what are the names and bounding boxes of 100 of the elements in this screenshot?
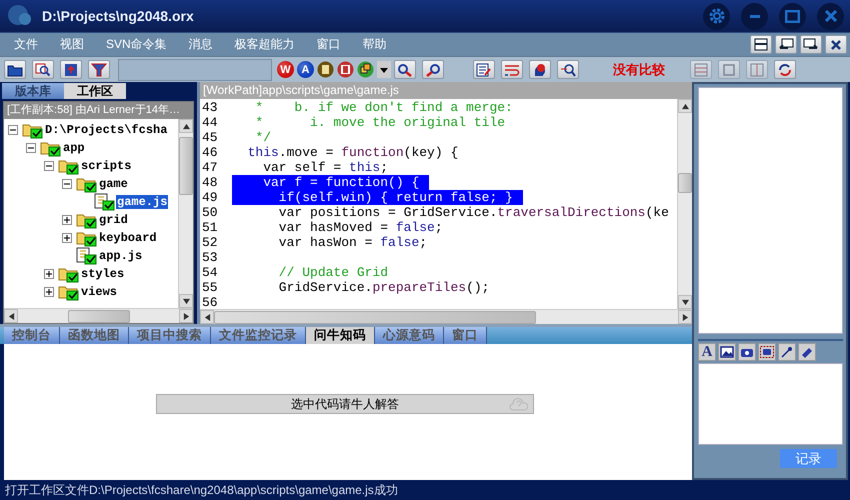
card-icon[interactable] bbox=[337, 61, 354, 78]
camera-button[interactable] bbox=[738, 343, 756, 361]
tree-item[interactable]: app bbox=[62, 141, 86, 155]
bottom-tab[interactable]: 控制台 bbox=[4, 327, 60, 344]
scroll-right-button[interactable] bbox=[678, 310, 692, 324]
tree-item[interactable]: scripts bbox=[80, 159, 132, 173]
tree-item[interactable]: D:\Projects\fcsha bbox=[44, 123, 168, 137]
scroll-right-button[interactable] bbox=[179, 309, 193, 323]
bottom-tab[interactable]: 问牛知码 bbox=[306, 327, 375, 344]
forward-button[interactable] bbox=[800, 35, 822, 54]
expand-icon[interactable] bbox=[62, 215, 72, 225]
settings-button[interactable] bbox=[703, 2, 730, 30]
menu-item[interactable]: SVN命令集 bbox=[106, 36, 167, 53]
panel-tab[interactable]: 工作区 bbox=[64, 83, 126, 99]
vertical-scrollbar[interactable] bbox=[677, 99, 692, 309]
split-layout-icon bbox=[754, 38, 768, 51]
head-button[interactable] bbox=[529, 60, 551, 79]
tree-item[interactable]: keyboard bbox=[98, 231, 158, 245]
record-input[interactable] bbox=[698, 363, 843, 445]
edit-button[interactable] bbox=[473, 60, 495, 79]
refresh-button[interactable] bbox=[774, 60, 796, 79]
tree-item[interactable]: views bbox=[80, 285, 118, 299]
scrollbar-thumb[interactable] bbox=[179, 137, 193, 195]
horizontal-scrollbar[interactable] bbox=[4, 308, 193, 323]
book-icon[interactable] bbox=[317, 61, 334, 78]
frame-icon bbox=[721, 62, 737, 76]
scroll-left-button[interactable] bbox=[4, 309, 18, 323]
scrollbar-thumb[interactable] bbox=[214, 310, 536, 324]
horizontal-scrollbar[interactable] bbox=[200, 309, 692, 324]
tree-item[interactable]: app.js bbox=[98, 249, 144, 263]
find-button[interactable] bbox=[32, 60, 54, 79]
collapse-icon[interactable] bbox=[62, 179, 72, 189]
vertical-scrollbar[interactable] bbox=[178, 119, 193, 308]
tree-item[interactable]: grid bbox=[98, 213, 129, 227]
ask-expert-bar[interactable]: 选中代码请牛人解答 bbox=[156, 394, 534, 414]
code-line: this.move = function(key) { bbox=[246, 145, 458, 160]
menu-item[interactable]: 文件 bbox=[14, 36, 38, 53]
compare-columns-button[interactable] bbox=[718, 60, 740, 79]
search-next-button[interactable] bbox=[394, 60, 416, 79]
left-triangle-icon bbox=[8, 312, 14, 320]
close-button[interactable] bbox=[817, 2, 844, 30]
ask-expert-label: 选中代码请牛人解答 bbox=[291, 396, 399, 412]
expand-icon[interactable] bbox=[62, 233, 72, 243]
close-panel-button[interactable] bbox=[825, 35, 847, 54]
maximize-button[interactable] bbox=[779, 2, 806, 30]
text-tool-button[interactable]: A bbox=[698, 343, 716, 361]
menu-item[interactable]: 极客超能力 bbox=[234, 36, 295, 53]
rows-icon bbox=[693, 62, 709, 76]
scroll-up-button[interactable] bbox=[678, 99, 692, 113]
bottom-tab[interactable]: 项目中搜索 bbox=[129, 327, 211, 344]
format-button[interactable]: A bbox=[297, 61, 314, 78]
menu-item[interactable]: 消息 bbox=[188, 36, 213, 53]
layers-icon[interactable] bbox=[357, 61, 374, 78]
filter-icon bbox=[91, 62, 107, 76]
wrap-button[interactable] bbox=[501, 60, 523, 79]
filter-button[interactable] bbox=[88, 60, 110, 79]
search-previous-button[interactable] bbox=[422, 60, 444, 79]
scroll-up-button[interactable] bbox=[179, 119, 193, 133]
toolbar-field[interactable] bbox=[118, 58, 272, 80]
open-folder-button[interactable] bbox=[4, 60, 26, 79]
window-title: D:\Projects\ng2048.orx bbox=[42, 8, 194, 24]
refresh-icon bbox=[777, 62, 793, 76]
right-triangle-icon bbox=[682, 314, 688, 320]
image-button[interactable] bbox=[718, 343, 736, 361]
bottom-tab[interactable]: 心源意码 bbox=[375, 327, 444, 344]
scrollbar-thumb[interactable] bbox=[678, 173, 692, 193]
menu-item[interactable]: 窗口 bbox=[316, 36, 341, 53]
bottom-tab[interactable]: 函数地图 bbox=[60, 327, 129, 344]
minimize-button[interactable] bbox=[741, 2, 768, 30]
menu-item[interactable]: 视图 bbox=[60, 36, 84, 53]
layout-button[interactable] bbox=[750, 35, 772, 54]
collapse-icon[interactable] bbox=[44, 161, 54, 171]
bottom-tab[interactable]: 文件监控记录 bbox=[211, 327, 306, 344]
expand-icon[interactable] bbox=[44, 287, 54, 297]
tree-item[interactable]: game bbox=[98, 177, 129, 191]
screenshot-button[interactable] bbox=[758, 343, 776, 361]
scroll-left-button[interactable] bbox=[200, 310, 214, 324]
tree-item[interactable]: game.js bbox=[116, 195, 168, 209]
zoom-out-button[interactable] bbox=[557, 60, 579, 79]
panel-tab[interactable]: 版本库 bbox=[2, 83, 64, 99]
tree-item[interactable]: styles bbox=[80, 267, 126, 281]
scroll-down-button[interactable] bbox=[678, 295, 692, 309]
code-editor[interactable] bbox=[197, 82, 692, 324]
expand-icon[interactable] bbox=[44, 269, 54, 279]
collapse-icon[interactable] bbox=[8, 125, 18, 135]
format-button[interactable]: W bbox=[277, 61, 294, 78]
record-button[interactable]: 记录 bbox=[780, 449, 837, 468]
back-button[interactable] bbox=[775, 35, 797, 54]
scroll-down-button[interactable] bbox=[179, 294, 193, 308]
pin-button[interactable] bbox=[778, 343, 796, 361]
bandage-button[interactable] bbox=[798, 343, 816, 361]
upload-button[interactable] bbox=[60, 60, 82, 79]
compare-rows-button[interactable] bbox=[690, 60, 712, 79]
bottom-tab[interactable]: 窗口 bbox=[444, 327, 487, 344]
code-line: GridService.prepareTiles(); bbox=[278, 280, 490, 295]
menu-item[interactable]: 帮助 bbox=[362, 36, 387, 53]
back-window-icon bbox=[778, 38, 794, 51]
collapse-icon[interactable] bbox=[26, 143, 36, 153]
scrollbar-thumb[interactable] bbox=[68, 310, 130, 322]
merge-button[interactable] bbox=[746, 60, 768, 79]
